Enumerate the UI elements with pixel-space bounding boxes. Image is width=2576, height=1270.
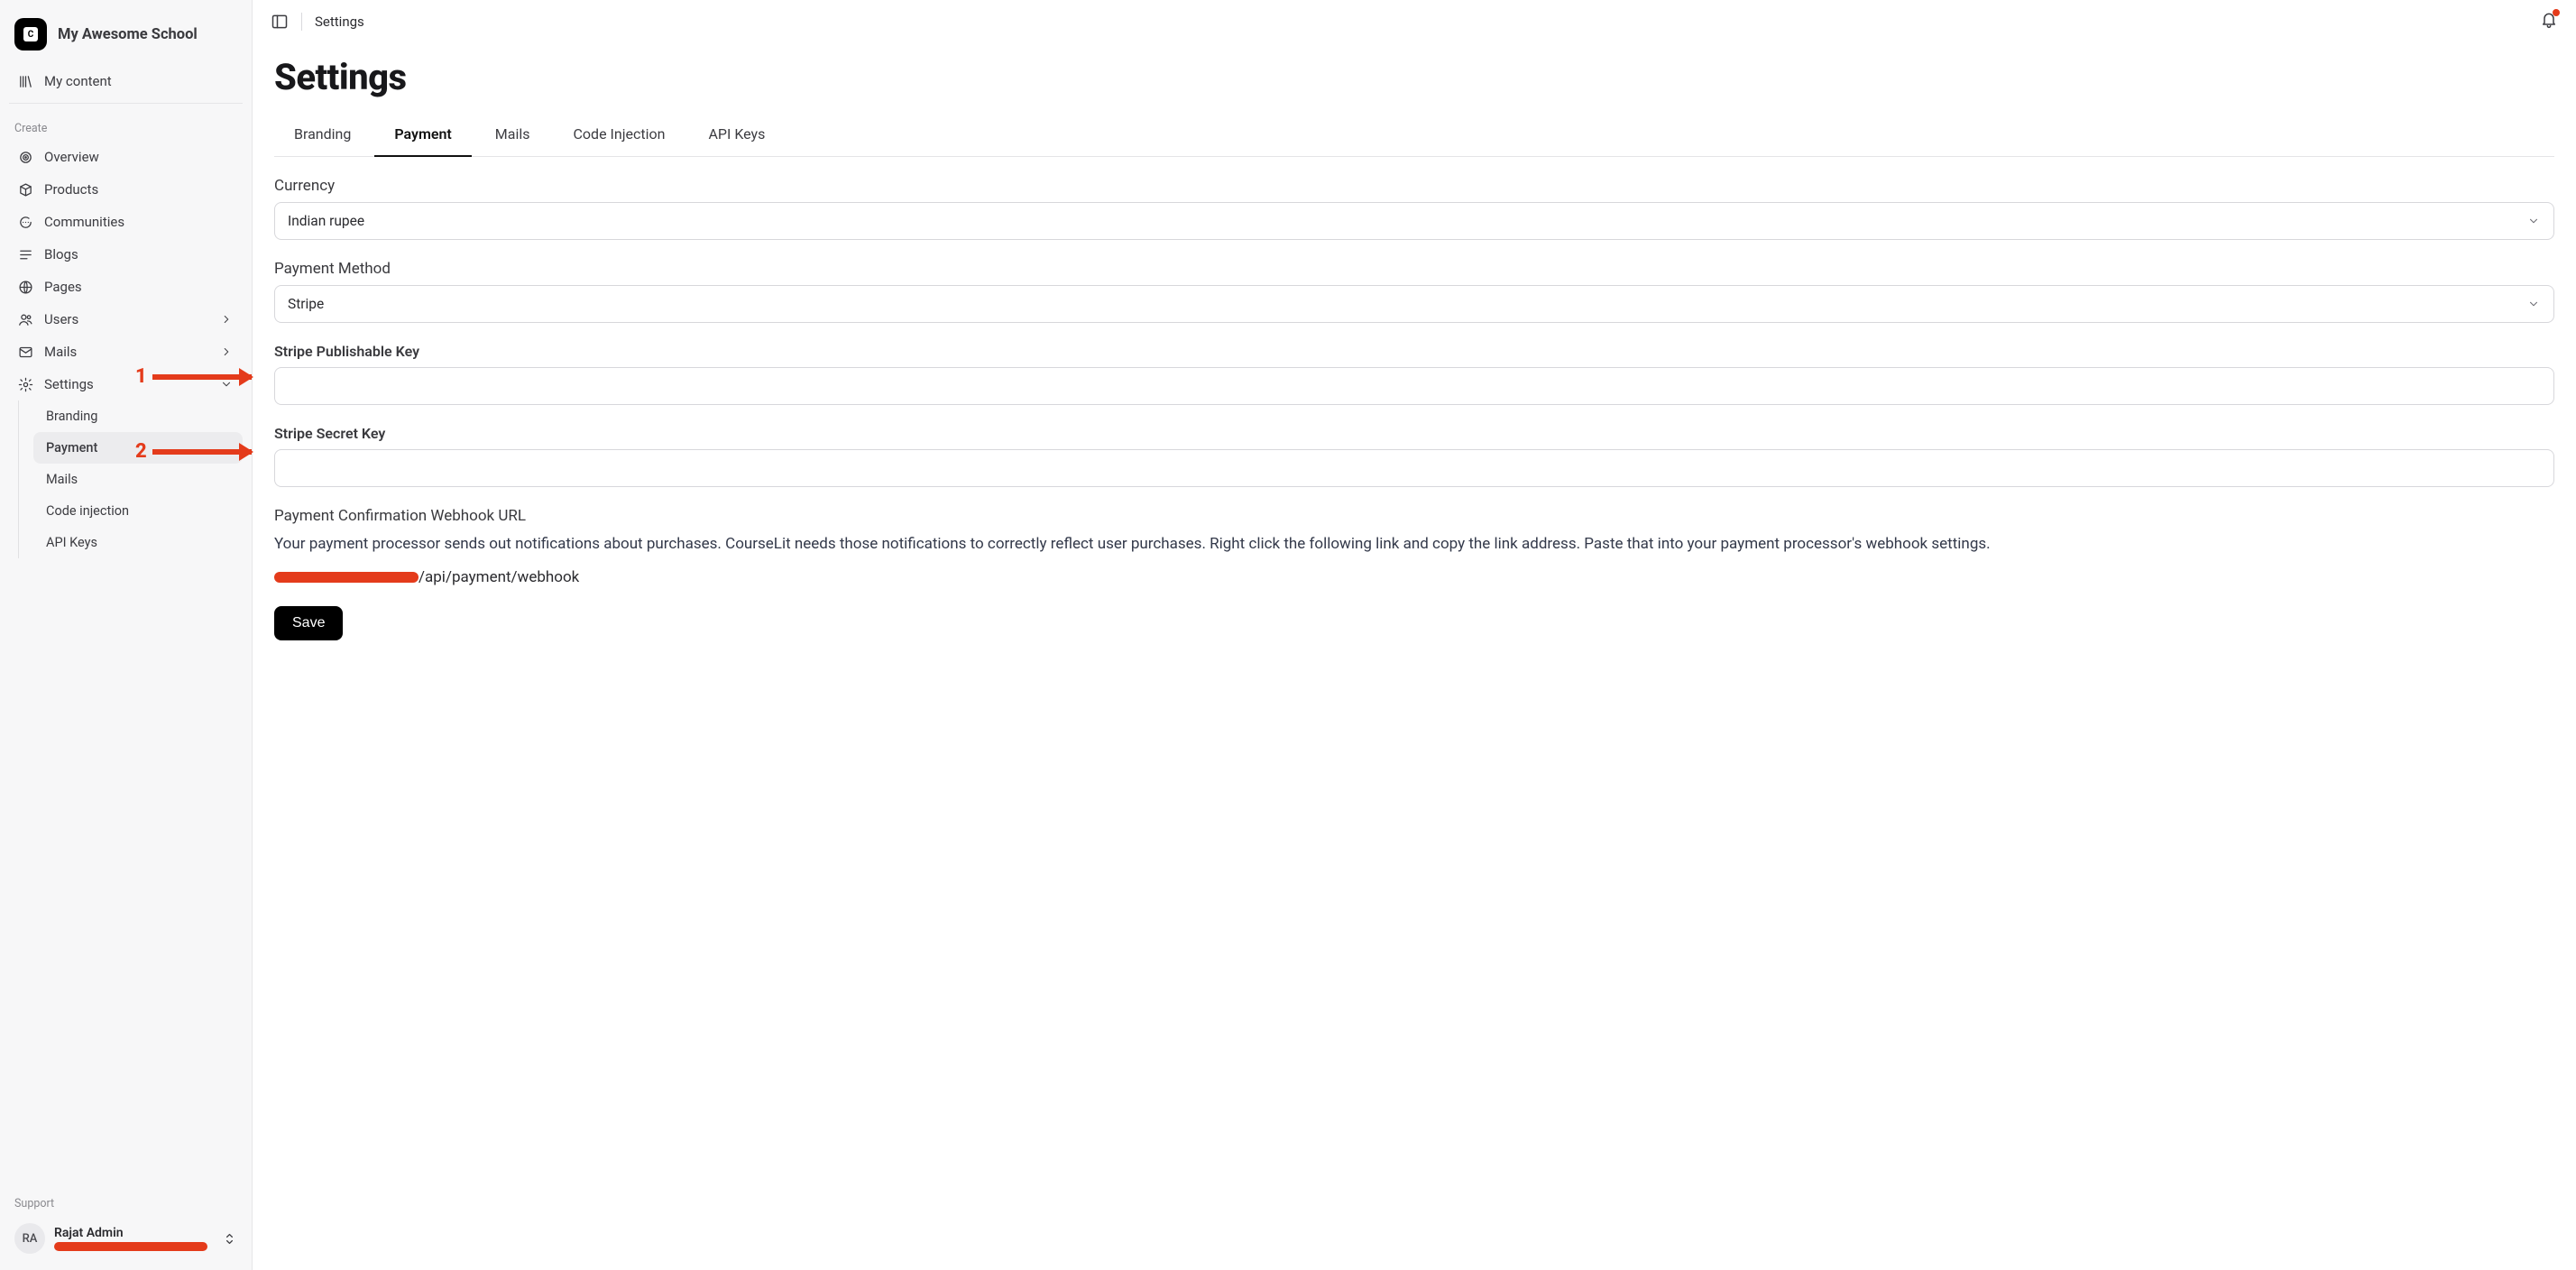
sidebar-subitem-label: API Keys [46,535,97,550]
sidebar-item-label: Blogs [44,246,78,262]
target-icon [18,150,33,165]
sidebar-section-create: Create [9,109,243,141]
sidebar-item-label: Users [44,311,78,327]
topbar: Settings [253,0,2576,36]
sidebar-item-settings[interactable]: Settings [9,368,243,400]
chevron-right-icon [218,345,234,360]
field-label: Stripe Publishable Key [274,343,2554,360]
field-label: Payment Confirmation Webhook URL [274,507,2554,525]
chevron-right-icon [218,312,234,327]
sidebar-item-label: Overview [44,149,99,165]
chevrons-up-down-icon [222,1231,237,1247]
sidebar-item-label: Products [44,181,98,198]
notifications-button[interactable] [2540,11,2558,32]
field-publishable-key: Stripe Publishable Key [274,343,2554,405]
brand-logo-glyph: C [23,27,38,41]
gear-icon [18,377,33,392]
field-label: Currency [274,177,2554,195]
sidebar-item-label: Settings [44,376,94,392]
sidebar-subitem-label: Code injection [46,503,129,519]
sidebar-subitem-label: Payment [46,440,97,456]
sidebar-section-support[interactable]: Support [9,1184,243,1216]
sidebar-subitem-label: Branding [46,409,97,424]
breadcrumb[interactable]: Settings [315,14,364,30]
sidebar-item-mails[interactable]: Mails [9,336,243,368]
avatar: RA [14,1223,45,1254]
sidebar-item-label: Communities [44,214,124,230]
sidebar-item-label: Pages [44,279,82,295]
payment-method-select[interactable]: Stripe [274,285,2554,323]
page-title: Settings [274,56,2554,98]
sidebar-subitem-mails[interactable]: Mails [33,464,243,495]
tabs: Branding Payment Mails Code Injection AP… [274,115,2554,157]
user-meta: Rajat Admin [54,1226,207,1252]
sidebar: C My Awesome School My content Create Ov… [0,0,253,1270]
brand-logo: C [14,18,47,51]
webhook-host-redacted [274,572,419,583]
sidebar-subitem-api-keys[interactable]: API Keys [33,527,243,558]
chevron-down-icon [2525,297,2541,312]
field-label: Stripe Secret Key [274,425,2554,442]
tab-branding[interactable]: Branding [274,115,371,157]
sidebar-item-overview[interactable]: Overview [9,141,243,173]
brand-row[interactable]: C My Awesome School [9,13,243,65]
tab-api-keys[interactable]: API Keys [688,115,785,157]
content: Settings Branding Payment Mails Code Inj… [253,36,2576,676]
webhook-help-text: Your payment processor sends out notific… [274,532,2554,556]
chevron-down-icon [2525,214,2541,229]
notification-dot [2553,9,2560,16]
secret-key-input[interactable] [274,449,2554,487]
panel-toggle-icon[interactable] [271,13,289,31]
user-name: Rajat Admin [54,1226,207,1241]
field-secret-key: Stripe Secret Key [274,425,2554,487]
mail-icon [18,345,33,360]
sidebar-item-users[interactable]: Users [9,303,243,336]
sidebar-item-pages[interactable]: Pages [9,271,243,303]
sidebar-subitem-branding[interactable]: Branding [33,400,243,432]
box-icon [18,182,33,198]
sidebar-item-products[interactable]: Products [9,173,243,206]
main: Settings Settings Branding Payment Mails… [253,0,2576,1270]
publishable-key-input[interactable] [274,367,2554,405]
webhook-url-line[interactable]: /api/payment/webhook [274,568,2554,586]
library-icon [18,74,33,89]
field-label: Payment Method [274,260,2554,278]
sidebar-subitem-label: Mails [46,472,78,487]
field-currency: Currency Indian rupee [274,177,2554,240]
sidebar-subitem-payment[interactable]: Payment [33,432,243,464]
select-value: Stripe [288,296,324,312]
sidebar-item-blogs[interactable]: Blogs [9,238,243,271]
globe-icon [18,280,33,295]
tab-code-injection[interactable]: Code Injection [554,115,685,157]
webhook-path: /api/payment/webhook [419,568,579,586]
field-webhook: Payment Confirmation Webhook URL Your pa… [274,507,2554,586]
select-value: Indian rupee [288,213,364,229]
user-menu[interactable]: RA Rajat Admin [9,1216,243,1261]
sidebar-item-label: Mails [44,344,77,360]
tab-mails[interactable]: Mails [475,115,550,157]
sidebar-settings-subgroup: Branding Payment Mails Code injection AP… [18,400,243,558]
chevron-down-icon [218,377,234,392]
sidebar-subitem-code-injection[interactable]: Code injection [33,495,243,527]
sidebar-divider [9,103,243,104]
sidebar-item-communities[interactable]: Communities [9,206,243,238]
topbar-separator [301,13,302,31]
save-button[interactable]: Save [274,606,343,640]
user-email-redacted [54,1242,207,1251]
tab-payment[interactable]: Payment [374,115,471,157]
currency-select[interactable]: Indian rupee [274,202,2554,240]
sidebar-item-my-content[interactable]: My content [9,65,243,97]
brand-name: My Awesome School [58,26,198,43]
lines-icon [18,247,33,262]
field-payment-method: Payment Method Stripe [274,260,2554,323]
chat-icon [18,215,33,230]
sidebar-item-label: My content [44,73,112,89]
users-icon [18,312,33,327]
